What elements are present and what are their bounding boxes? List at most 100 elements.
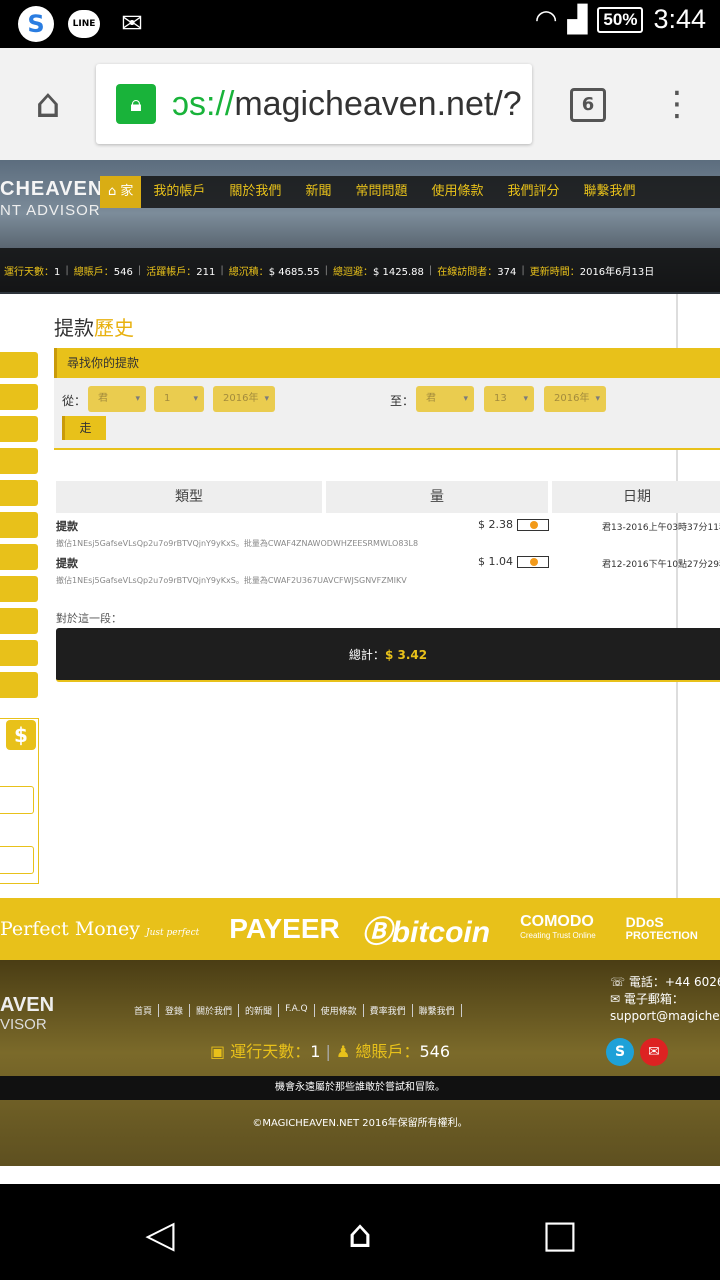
skype-icon[interactable]: S — [606, 1038, 634, 1066]
nav-faq[interactable]: 常問問題 — [343, 176, 419, 208]
nav-terms[interactable]: 使用條款 — [419, 176, 495, 208]
sidebar-menu-item[interactable] — [0, 640, 38, 666]
lock-icon: 🔒︎ — [116, 84, 156, 124]
total-bar: 總計：$ 3.42 — [56, 628, 720, 682]
column-header-amount: 量 — [326, 481, 548, 513]
back-icon[interactable]: ◁ — [140, 1214, 180, 1254]
perfect-money-logo: Perfect Money Just perfect — [0, 918, 200, 940]
nav-news[interactable]: 新聞 — [293, 176, 343, 208]
nav-contact[interactable]: 聯繫我們 — [572, 176, 648, 208]
row-date: 君12-2016下午10點27分29秒 — [602, 560, 720, 570]
footer-link-terms[interactable]: 使用條款 — [315, 1004, 364, 1017]
nav-ratings[interactable]: 我們評分 — [495, 176, 571, 208]
sidebar-menu-item[interactable] — [0, 544, 38, 570]
recents-icon[interactable]: □ — [540, 1214, 580, 1254]
period-label: 對於這一段： — [56, 612, 122, 625]
footer-logo: AVEN — [0, 994, 55, 1016]
web-page: CHEAVEN NT ADVISOR ⌂ 家 我的帳戶 關於我們 新聞 常問問題… — [0, 160, 720, 1184]
overflow-menu-icon[interactable]: ⋮ — [660, 84, 694, 124]
bitcoin-icon — [517, 519, 549, 531]
site-logo[interactable]: CHEAVEN — [0, 178, 103, 201]
url-text[interactable]: ɔs://magicheaven.net/? — [172, 85, 522, 124]
sidebar-menu-item[interactable] — [0, 448, 38, 474]
sidebar-menu-item[interactable] — [0, 384, 38, 410]
main-nav: ⌂ 家 我的帳戶 關於我們 新聞 常問問題 使用條款 我們評分 聯繫我們 — [100, 176, 720, 208]
row-type: 提款 — [56, 520, 78, 533]
row-amount: $ 2.38 — [478, 518, 549, 531]
date-filter-panel: 從： 君 1 2016年 至： 君 13 2016年 走 — [54, 378, 720, 450]
footer-link-rates[interactable]: 費率我們 — [364, 1004, 413, 1017]
email-address[interactable]: support@magicheave — [610, 1008, 720, 1025]
from-label: 從： — [62, 394, 87, 408]
row-amount: $ 1.04 — [478, 555, 549, 568]
bitcoin-logo: Ⓑbitcoin — [361, 916, 491, 949]
go-button[interactable]: 走 — [62, 416, 106, 440]
phone-icon: ☏ — [610, 975, 629, 989]
to-label: 至： — [390, 394, 415, 408]
wifi-icon: ◠ — [534, 4, 558, 35]
row-detail: 撤佔1NEsj5GafseVLsQp2u7o9rBTVQjnY9yKxS。批量為… — [56, 576, 407, 585]
sidebar-menu-item[interactable] — [0, 512, 38, 538]
payment-logos: Perfect Money Just perfect PAYEER Ⓑbitco… — [0, 898, 720, 960]
site-footer: AVEN VISOR 首頁 登錄 關於我們 的新聞 F.A.Q 使用條款 費率我… — [0, 960, 720, 1166]
from-day-select[interactable]: 1 — [154, 386, 204, 412]
nav-my-account[interactable]: 我的帳戶 — [141, 176, 217, 208]
footer-link-about[interactable]: 關於我們 — [190, 1004, 240, 1017]
address-bar[interactable]: 🔒︎ ɔs://magicheaven.net/? — [96, 64, 532, 144]
footer-link-news[interactable]: 的新聞 — [239, 1004, 280, 1017]
sidebar-menu-item[interactable] — [0, 672, 38, 698]
bitcoin-icon — [517, 556, 549, 568]
to-year-select[interactable]: 2016年 — [544, 386, 606, 412]
tab-switcher-button[interactable]: 6 — [570, 88, 606, 122]
sidebar-input[interactable] — [0, 846, 34, 874]
footer-stats: ▣ 運行天數：1 | ♟ 總賬戶：546 — [210, 1042, 450, 1061]
footer-link-home[interactable]: 首頁 — [128, 1004, 160, 1017]
user-icon: ♟ — [336, 1042, 351, 1061]
to-day-select[interactable]: 13 — [484, 386, 534, 412]
sidebar-menu-item[interactable] — [0, 608, 38, 634]
column-header-type: 類型 — [56, 481, 322, 513]
footer-link-login[interactable]: 登錄 — [159, 1004, 191, 1017]
home-icon[interactable]: ⌂ — [24, 82, 72, 126]
line-icon: LINE — [68, 10, 100, 38]
dollar-icon: $ — [6, 720, 36, 750]
to-month-select[interactable]: 君 — [416, 386, 474, 412]
stats-bar: 運行天數：1 | 總賬戶：546 | 活躍帳戶：211 | 總沉積：$ 4685.55… — [0, 248, 720, 292]
envelope-icon: ✉ — [610, 992, 624, 1006]
email-label-line: ✉ 電子郵箱： — [610, 992, 684, 1006]
nav-about[interactable]: 關於我們 — [217, 176, 293, 208]
s-app-icon: S — [18, 6, 54, 42]
search-section-header: 尋找你的提款 — [54, 348, 720, 378]
home-nav-icon[interactable]: ⌂ — [340, 1214, 380, 1254]
sidebar-input[interactable] — [0, 786, 34, 814]
system-nav-bar: ◁ ⌂ □ — [0, 1184, 720, 1280]
footer-links: 首頁 登錄 關於我們 的新聞 F.A.Q 使用條款 費率我們 聯繫我們 — [128, 1004, 462, 1017]
battery-indicator: 50% — [597, 6, 644, 33]
mail-check-icon: ✉ — [121, 9, 143, 39]
main-content: $ 提款歷史 尋找你的提款 從： 君 1 2016年 至： 君 13 2016年… — [0, 294, 720, 898]
sidebar-menu-item[interactable] — [0, 416, 38, 442]
phone-line: ☏ 電話：+44 6026 — [610, 975, 720, 989]
browser-toolbar: ⌂ 🔒︎ ɔs://magicheaven.net/? 6 ⋮ — [0, 48, 720, 160]
from-year-select[interactable]: 2016年 — [213, 386, 275, 412]
site-header: CHEAVEN NT ADVISOR ⌂ 家 我的帳戶 關於我們 新聞 常問問題… — [0, 160, 720, 294]
stat-withdrawals: 總迴避：$ 1425.88 — [332, 266, 424, 278]
footer-link-contact[interactable]: 聯繫我們 — [413, 1004, 462, 1017]
sidebar-menu-item[interactable] — [0, 352, 38, 378]
chat-icon[interactable]: ✉ — [640, 1038, 668, 1066]
footer-link-faq[interactable]: F.A.Q — [279, 1004, 315, 1017]
column-header-date: 日期 — [552, 481, 720, 513]
stat-updated: 更新時間：2016年6月13日 — [529, 266, 655, 278]
from-month-select[interactable]: 君 — [88, 386, 146, 412]
calendar-icon: ▣ — [210, 1042, 226, 1061]
stat-days: 運行天數：1 — [4, 266, 61, 278]
stat-accounts: 總賬戶：546 — [73, 266, 133, 278]
sidebar-menu-item[interactable] — [0, 480, 38, 506]
footer-tagline: 機會永遠屬於那些誰敢於嘗試和冒險。 — [0, 1076, 720, 1100]
sidebar-menu-item[interactable] — [0, 576, 38, 602]
comodo-logo: COMODO Creating Trust Online — [520, 913, 596, 941]
row-date: 君13-2016上午03時37分11秒 — [602, 523, 720, 533]
stat-online: 在線訪問者：374 — [437, 266, 517, 278]
nav-home[interactable]: ⌂ 家 — [100, 176, 142, 208]
signal-icon: ▟ — [567, 4, 588, 35]
